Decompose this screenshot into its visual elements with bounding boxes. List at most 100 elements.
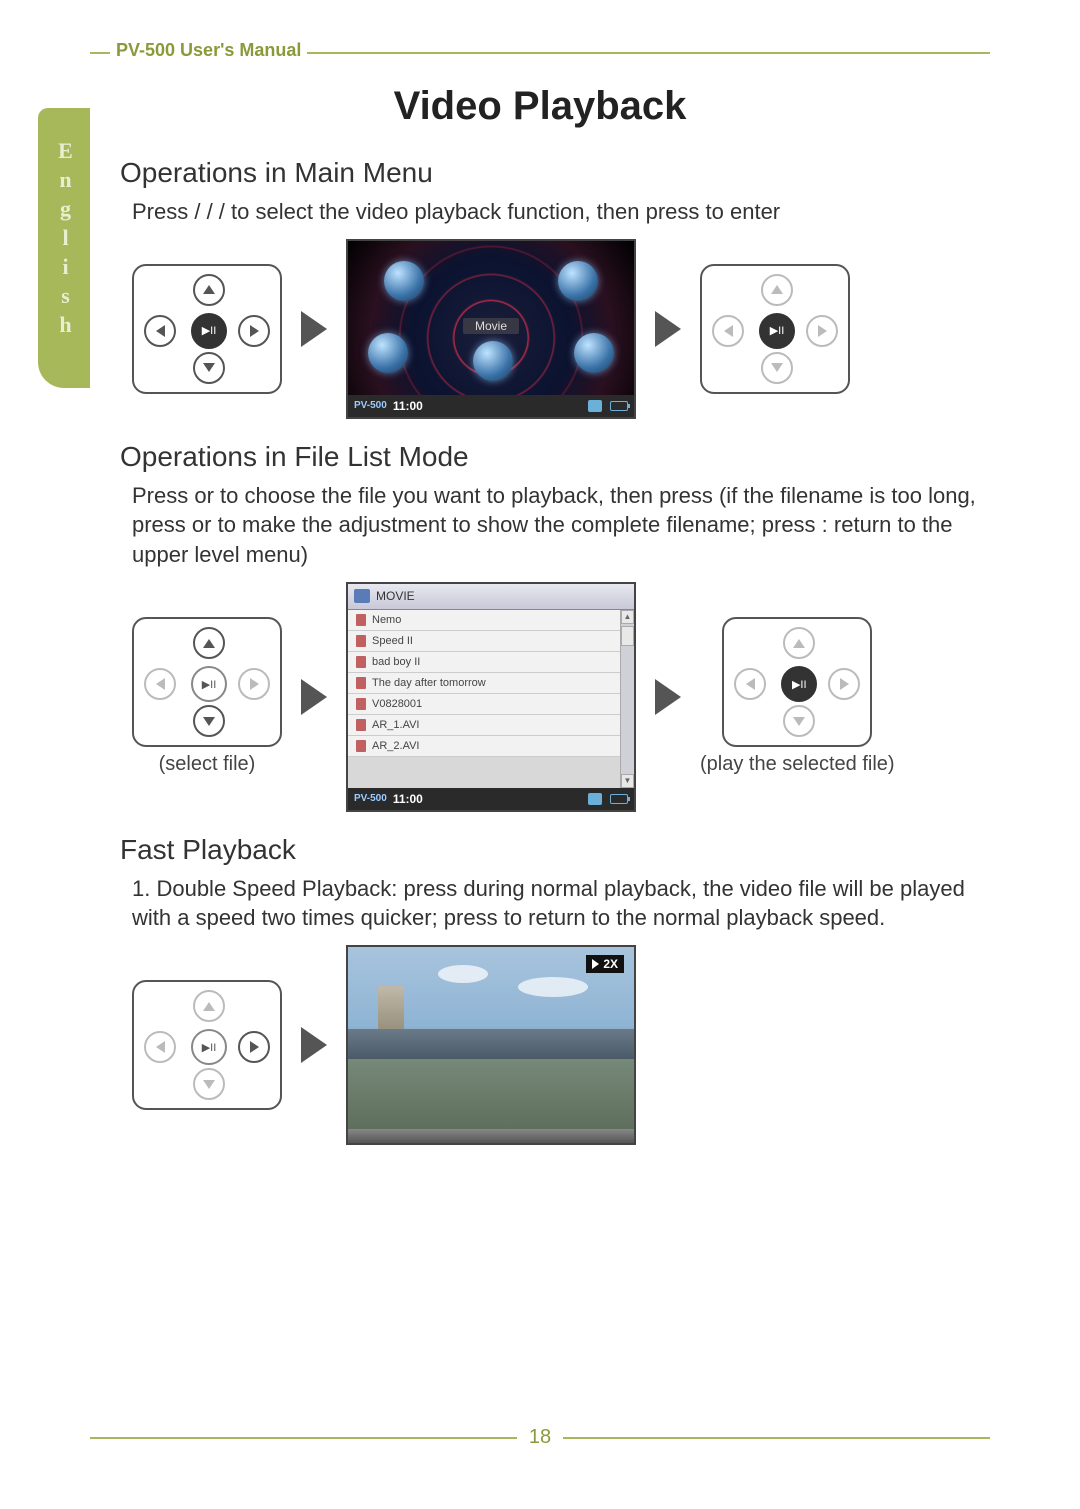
section-main-menu-text: Press / / / to select the video playback…	[120, 197, 990, 227]
list-item: The day after tomorrow	[348, 673, 634, 694]
dpad-right-icon	[238, 1031, 270, 1063]
section-file-list-text: Press or to choose the file you want to …	[120, 481, 990, 570]
scroll-thumb	[621, 626, 634, 646]
dpad-down-icon	[783, 705, 815, 737]
folder-icon	[354, 589, 370, 603]
dpad-diagram: ▶II	[132, 264, 282, 394]
dpad-down-icon	[193, 705, 225, 737]
battery-icon	[610, 794, 628, 804]
device-screenshot-main-menu: Movie PV-500 11:00	[346, 239, 636, 419]
dpad-up-icon	[193, 990, 225, 1022]
flow-arrow-icon	[650, 309, 686, 349]
status-bar: PV-500 11:00	[348, 788, 634, 810]
language-tab-label: English	[52, 138, 78, 341]
language-tab: English	[38, 108, 90, 388]
dpad-center-icon: ▶II	[781, 666, 817, 702]
menu-orb-icon	[473, 341, 513, 381]
section-fast-playback-text: 1. Double Speed Playback: press during n…	[120, 874, 990, 933]
dpad-diagram: ▶II	[722, 617, 872, 747]
dpad-center-icon: ▶II	[759, 313, 795, 349]
menu-orb-icon	[368, 333, 408, 373]
file-list-title: MOVIE	[376, 589, 415, 603]
header-rule: PV-500 User's Manual	[90, 50, 990, 74]
menu-orb-icon	[384, 261, 424, 301]
scrollbar: ▲ ▼	[620, 610, 634, 788]
list-item: Nemo	[348, 610, 634, 631]
file-icon	[356, 677, 366, 689]
play-icon	[592, 959, 599, 969]
dpad-down-icon	[193, 1068, 225, 1100]
dpad-center-icon: ▶II	[191, 313, 227, 349]
speed-label: 2X	[603, 957, 618, 971]
playback-speed-badge: 2X	[586, 955, 624, 973]
status-time: 11:00	[393, 399, 423, 413]
dpad-right-icon	[828, 668, 860, 700]
status-time: 11:00	[393, 792, 423, 806]
file-name: Nemo	[372, 614, 401, 626]
progress-bar	[348, 1129, 634, 1143]
file-icon	[356, 635, 366, 647]
file-list-titlebar: MOVIE	[348, 584, 634, 610]
flow-arrow-icon	[296, 1025, 332, 1065]
dpad-diagram: ▶II	[132, 617, 282, 747]
list-item: bad boy II	[348, 652, 634, 673]
status-bar: PV-500 11:00	[348, 395, 634, 417]
file-icon	[356, 698, 366, 710]
section-fast-playback-heading: Fast Playback	[120, 834, 990, 866]
list-item: V0828001	[348, 694, 634, 715]
dpad-right-icon	[238, 315, 270, 347]
flow-arrow-icon	[296, 677, 332, 717]
dpad-left-icon	[712, 315, 744, 347]
device-name: PV-500	[354, 400, 387, 411]
list-item: AR_2.AVI	[348, 736, 634, 757]
menu-orb-icon	[558, 261, 598, 301]
dpad-diagram: ▶II	[132, 980, 282, 1110]
flow-arrow-icon	[296, 309, 332, 349]
file-icon	[356, 740, 366, 752]
fast-playback-row: ▶II 2X	[120, 945, 990, 1145]
file-name: The day after tomorrow	[372, 677, 486, 689]
dpad-down-icon	[193, 352, 225, 384]
dpad-right-icon	[806, 315, 838, 347]
video-scene	[518, 977, 588, 997]
file-icon	[356, 719, 366, 731]
list-item: AR_1.AVI	[348, 715, 634, 736]
section-main-menu-heading: Operations in Main Menu	[120, 157, 990, 189]
file-name: AR_1.AVI	[372, 719, 420, 731]
dpad-left-icon	[734, 668, 766, 700]
scroll-up-icon: ▲	[621, 610, 634, 624]
file-icon	[356, 614, 366, 626]
file-name: AR_2.AVI	[372, 740, 420, 752]
file-name: bad boy II	[372, 656, 420, 668]
menu-selected-label: Movie	[463, 318, 519, 334]
scroll-down-icon: ▼	[621, 774, 634, 788]
file-icon	[356, 656, 366, 668]
device-screenshot-playback: 2X	[346, 945, 636, 1145]
dpad-down-icon	[761, 352, 793, 384]
dpad-up-icon	[783, 627, 815, 659]
manual-title: PV-500 User's Manual	[110, 40, 307, 61]
dpad-center-icon: ▶II	[191, 666, 227, 702]
page-number: 18	[529, 1426, 551, 1449]
device-screenshot-file-list: MOVIE Nemo Speed II bad boy II The day a…	[346, 582, 636, 812]
page-footer: 18	[90, 1426, 990, 1449]
video-scene	[348, 1029, 634, 1059]
dpad-left-icon	[144, 668, 176, 700]
caption-play-file: (play the selected file)	[700, 753, 895, 776]
dpad-left-icon	[144, 315, 176, 347]
file-list-row: ▶II (select file) MOVIE Nemo Speed II ba…	[120, 582, 990, 812]
file-name: V0828001	[372, 698, 422, 710]
dpad-diagram: ▶II	[700, 264, 850, 394]
footer-line	[563, 1437, 990, 1439]
dpad-up-icon	[761, 274, 793, 306]
dpad-up-icon	[193, 274, 225, 306]
menu-orb-icon	[574, 333, 614, 373]
video-scene	[438, 965, 488, 983]
list-item: Speed II	[348, 631, 634, 652]
device-name: PV-500	[354, 793, 387, 804]
flow-arrow-icon	[650, 677, 686, 717]
sd-card-icon	[588, 793, 602, 805]
file-list: Nemo Speed II bad boy II The day after t…	[348, 610, 634, 757]
sd-card-icon	[588, 400, 602, 412]
page-title: Video Playback	[90, 84, 990, 129]
